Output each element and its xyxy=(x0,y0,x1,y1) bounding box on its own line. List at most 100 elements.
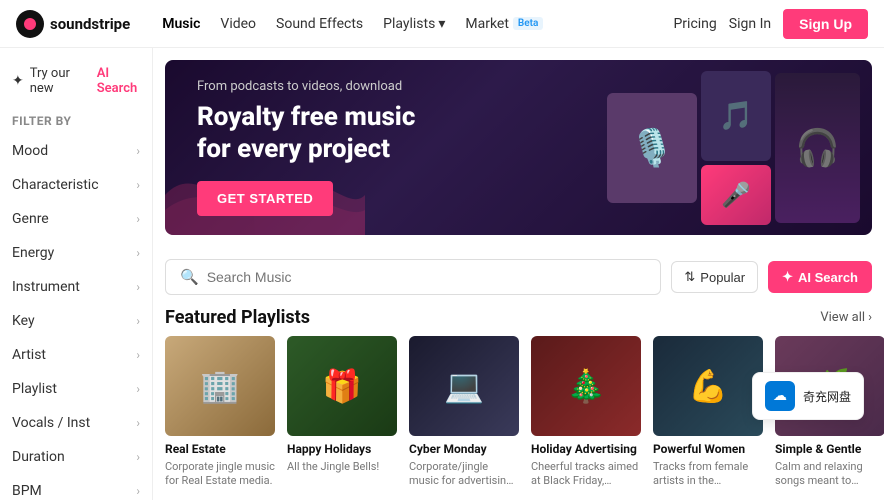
chevron-icon: › xyxy=(136,484,140,498)
filter-by-label: Filter By xyxy=(0,104,152,134)
chevron-icon: › xyxy=(136,348,140,362)
playlist-emoji-holiday-advertising: 🎄 xyxy=(531,336,641,436)
chevron-icon: › xyxy=(136,246,140,260)
chevron-icon: › xyxy=(136,314,140,328)
featured-title: Featured Playlists xyxy=(165,307,310,328)
playlist-title-cyber-monday: Cyber Monday xyxy=(409,442,519,458)
playlist-thumb-real-estate: 🏢 xyxy=(165,336,275,436)
cloud-icon: ☁ xyxy=(765,381,795,411)
playlist-desc-cyber-monday: Corporate/jingle music for advertising a… xyxy=(409,460,519,489)
chevron-right-icon: › xyxy=(868,310,872,325)
hero-content: From podcasts to videos, download Royalt… xyxy=(165,60,595,235)
playlist-card-holiday-advertising[interactable]: 🎄 Holiday Advertising Cheerful tracks ai… xyxy=(531,336,641,488)
hero-title-bold: for every project xyxy=(197,134,390,164)
view-all-link[interactable]: View all › xyxy=(820,310,872,325)
search-box[interactable]: 🔍 xyxy=(165,259,661,295)
artist-label: Artist xyxy=(12,347,46,363)
navbar: soundstripe Music Video Sound Effects Pl… xyxy=(0,0,884,48)
chevron-icon: › xyxy=(136,144,140,158)
chevron-icon: › xyxy=(136,212,140,226)
characteristic-label: Characteristic xyxy=(12,177,99,193)
genre-label: Genre xyxy=(12,211,49,227)
search-icon: 🔍 xyxy=(180,268,199,286)
sparkle-icon: ✦ xyxy=(782,269,793,285)
playlist-card-cyber-monday[interactable]: 💻 Cyber Monday Corporate/jingle music fo… xyxy=(409,336,519,488)
playlist-desc-real-estate: Corporate jingle music for Real Estate m… xyxy=(165,460,275,489)
vocals-inst-label: Vocals / Inst xyxy=(12,415,90,431)
logo[interactable]: soundstripe xyxy=(16,10,130,38)
sidebar-item-vocals-inst[interactable]: Vocals / Inst › xyxy=(0,406,152,440)
search-area: 🔍 ⇅ Popular ✦ AI Search xyxy=(153,247,884,303)
playlist-desc-holiday-advertising: Cheerful tracks aimed at Black Friday, C… xyxy=(531,460,641,489)
nav-music[interactable]: Music xyxy=(162,16,200,32)
ai-search-banner[interactable]: ✦ Try our new AI Search xyxy=(0,58,152,104)
sidebar-item-energy[interactable]: Energy › xyxy=(0,236,152,270)
sidebar-item-playlist[interactable]: Playlist › xyxy=(0,372,152,406)
hero-image-2: 🎵 xyxy=(701,71,771,161)
sidebar-item-key[interactable]: Key › xyxy=(0,304,152,338)
sidebar-item-instrument[interactable]: Instrument › xyxy=(0,270,152,304)
playlist-desc-happy-holidays: All the Jingle Bells! xyxy=(287,460,397,474)
chevron-icon: › xyxy=(136,416,140,430)
playlist-card-real-estate[interactable]: 🏢 Real Estate Corporate jingle music for… xyxy=(165,336,275,488)
overlay-text: 奇充网盘 xyxy=(803,388,851,405)
playlist-thumb-powerful-women: 💪 xyxy=(653,336,763,436)
get-started-button[interactable]: GET STARTED xyxy=(197,181,333,216)
sidebar-item-mood[interactable]: Mood › xyxy=(0,134,152,168)
sidebar-item-characteristic[interactable]: Characteristic › xyxy=(0,168,152,202)
sidebar-item-artist[interactable]: Artist › xyxy=(0,338,152,372)
playlist-thumb-happy-holidays: 🎁 xyxy=(287,336,397,436)
ai-search-label: AI Search xyxy=(798,270,858,285)
playlist-label: Playlist xyxy=(12,381,57,397)
chevron-down-icon: ▾ xyxy=(438,16,445,32)
sidebar-item-duration[interactable]: Duration › xyxy=(0,440,152,474)
overlay-tooltip: ☁ 奇充网盘 xyxy=(752,372,864,420)
playlist-card-happy-holidays[interactable]: 🎁 Happy Holidays All the Jingle Bells! xyxy=(287,336,397,488)
signin-link[interactable]: Sign In xyxy=(729,16,771,32)
playlist-card-powerful-women[interactable]: 💪 Powerful Women Tracks from female arti… xyxy=(653,336,763,488)
duration-label: Duration xyxy=(12,449,65,465)
playlist-thumb-holiday-advertising: 🎄 xyxy=(531,336,641,436)
playlist-thumb-cyber-monday: 💻 xyxy=(409,336,519,436)
ai-search-button[interactable]: ✦ AI Search xyxy=(768,261,872,293)
logo-icon xyxy=(16,10,44,38)
hero-banner: From podcasts to videos, download Royalt… xyxy=(165,60,872,235)
playlist-emoji-real-estate: 🏢 xyxy=(165,336,275,436)
search-input[interactable] xyxy=(207,269,647,285)
sidebar-item-bpm[interactable]: BPM › xyxy=(0,474,152,500)
sidebar: ✦ Try our new AI Search Filter By Mood ›… xyxy=(0,48,153,500)
chevron-icon: › xyxy=(136,178,140,192)
hero-image-3: 🎤 xyxy=(701,165,771,225)
hero-image-1: 🎙️ xyxy=(607,93,697,203)
nav-sound-effects[interactable]: Sound Effects xyxy=(276,16,363,32)
ai-search-link[interactable]: AI Search xyxy=(97,66,140,96)
playlist-emoji-cyber-monday: 💻 xyxy=(409,336,519,436)
playlist-title-simple-gentle: Simple & Gentle xyxy=(775,442,884,458)
chevron-icon: › xyxy=(136,382,140,396)
signup-button[interactable]: Sign Up xyxy=(783,9,868,39)
sort-label: Popular xyxy=(700,270,745,285)
hero-images: 🎙️ 🎵 🎤 🎧 xyxy=(595,60,872,235)
bpm-label: BPM xyxy=(12,483,42,499)
playlist-emoji-powerful-women: 💪 xyxy=(653,336,763,436)
main-content: From podcasts to videos, download Royalt… xyxy=(153,48,884,500)
playlist-emoji-happy-holidays: 🎁 xyxy=(287,336,397,436)
nav-market[interactable]: Market Beta xyxy=(465,16,543,32)
sparkle-icon: ✦ xyxy=(12,73,24,89)
beta-badge: Beta xyxy=(513,17,543,30)
sidebar-item-genre[interactable]: Genre › xyxy=(0,202,152,236)
sort-button[interactable]: ⇅ Popular xyxy=(671,261,758,293)
playlist-desc-simple-gentle: Calm and relaxing songs meant to soothe … xyxy=(775,460,884,489)
nav-links: Music Video Sound Effects Playlists ▾ Ma… xyxy=(162,16,649,32)
ai-search-try-label: Try our new xyxy=(30,66,82,96)
layout: ✦ Try our new AI Search Filter By Mood ›… xyxy=(0,48,884,500)
sort-icon: ⇅ xyxy=(684,269,695,285)
energy-label: Energy xyxy=(12,245,54,261)
chevron-icon: › xyxy=(136,450,140,464)
view-all-label: View all xyxy=(820,310,865,325)
nav-playlists[interactable]: Playlists ▾ xyxy=(383,16,445,32)
playlist-title-holiday-advertising: Holiday Advertising xyxy=(531,442,641,458)
logo-text: soundstripe xyxy=(50,15,130,33)
pricing-link[interactable]: Pricing xyxy=(673,16,716,32)
nav-video[interactable]: Video xyxy=(220,16,256,32)
